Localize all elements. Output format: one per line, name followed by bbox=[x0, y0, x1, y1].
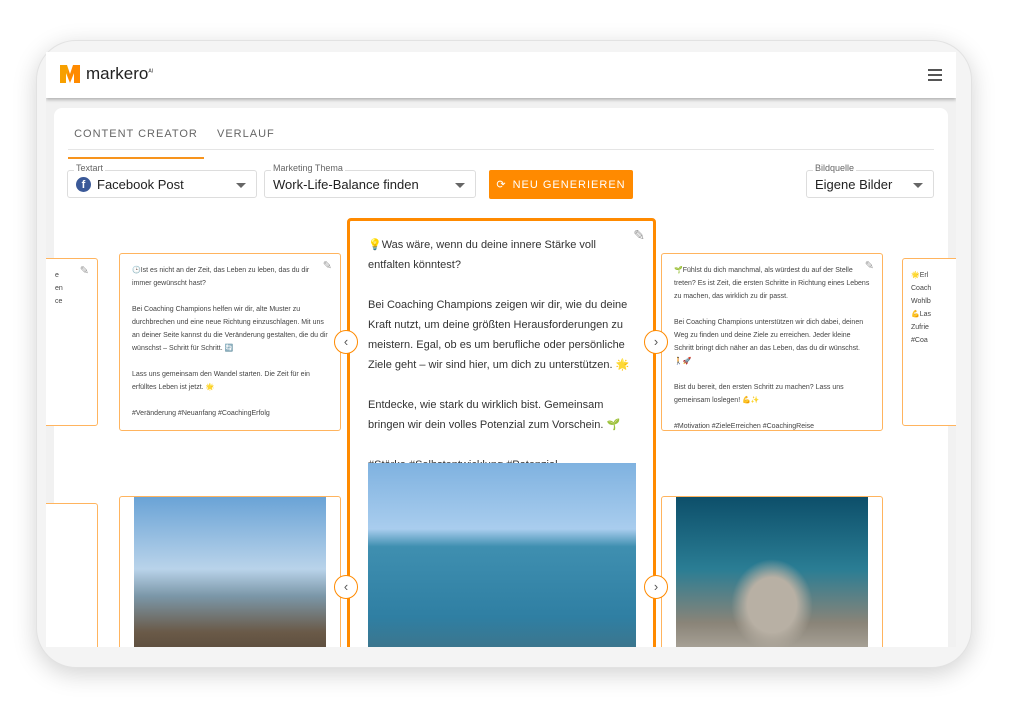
app-screen: markeroAI CONTENT CREATOR VERLAUF Textar… bbox=[46, 52, 956, 647]
logo-text: markero bbox=[86, 64, 149, 83]
logo-sup: AI bbox=[148, 68, 154, 75]
thema-label: Marketing Thema bbox=[271, 163, 345, 173]
image-card-far-left[interactable] bbox=[46, 503, 98, 647]
bildquelle-value: Eigene Bilder bbox=[815, 176, 893, 192]
stone-stack-image bbox=[676, 497, 868, 647]
tab-verlauf[interactable]: VERLAUF bbox=[217, 128, 275, 140]
tab-content-creator[interactable]: CONTENT CREATOR bbox=[68, 128, 204, 159]
textart-value: Facebook Post bbox=[97, 176, 184, 192]
post-card-far-left[interactable]: e en ce ✎ bbox=[46, 258, 98, 426]
top-bar: markeroAI bbox=[46, 52, 956, 98]
marketing-thema-select[interactable]: Marketing Thema Work-Life-Balance finden bbox=[264, 163, 476, 198]
content-panel: CONTENT CREATOR VERLAUF Textart f Facebo… bbox=[46, 108, 956, 647]
post-card-left[interactable]: ✎ 🕒Ist es nicht an der Zeit, das Leben z… bbox=[119, 253, 341, 431]
meditation-image bbox=[134, 497, 326, 647]
post-card-far-right[interactable]: 🌟Erl Coach Wohlb 💪Las Zufrie #Coa bbox=[902, 258, 956, 426]
chevron-left-icon[interactable]: ‹ bbox=[334, 575, 358, 599]
ocean-woman-image bbox=[368, 463, 636, 647]
textart-select[interactable]: Textart f Facebook Post bbox=[67, 163, 257, 198]
chevron-down-icon bbox=[913, 183, 923, 188]
post-card-selected[interactable]: ✎ 💡Was wäre, wenn du deine innere Stärke… bbox=[347, 218, 656, 647]
textart-label: Textart bbox=[74, 163, 106, 173]
pencil-icon[interactable]: ✎ bbox=[633, 225, 645, 245]
facebook-icon: f bbox=[76, 176, 91, 192]
bildquelle-select[interactable]: Bildquelle Eigene Bilder bbox=[806, 163, 934, 198]
chevron-down-icon bbox=[236, 183, 246, 188]
image-card-left[interactable] bbox=[119, 496, 341, 647]
neu-generieren-button[interactable]: ⟳ NEU GENERIEREN bbox=[489, 170, 633, 199]
logo[interactable]: markeroAI bbox=[60, 64, 153, 84]
image-card-right[interactable] bbox=[661, 496, 883, 647]
pencil-icon[interactable]: ✎ bbox=[80, 265, 89, 278]
logo-mark bbox=[60, 65, 80, 83]
bildquelle-label: Bildquelle bbox=[813, 163, 857, 173]
hamburger-menu-icon[interactable] bbox=[928, 69, 942, 84]
chevron-right-icon[interactable]: › bbox=[644, 575, 668, 599]
tab-bar: CONTENT CREATOR VERLAUF bbox=[68, 118, 934, 159]
post-card-right[interactable]: ✎ 🌱Fühlst du dich manchmal, als würdest … bbox=[661, 253, 883, 431]
chevron-left-icon[interactable]: ‹ bbox=[334, 330, 358, 354]
pencil-icon[interactable]: ✎ bbox=[865, 260, 874, 273]
chevron-right-icon[interactable]: › bbox=[644, 330, 668, 354]
thema-value: Work-Life-Balance finden bbox=[273, 176, 419, 192]
refresh-icon: ⟳ bbox=[496, 179, 507, 191]
pencil-icon[interactable]: ✎ bbox=[323, 260, 332, 273]
chevron-down-icon bbox=[455, 183, 465, 188]
